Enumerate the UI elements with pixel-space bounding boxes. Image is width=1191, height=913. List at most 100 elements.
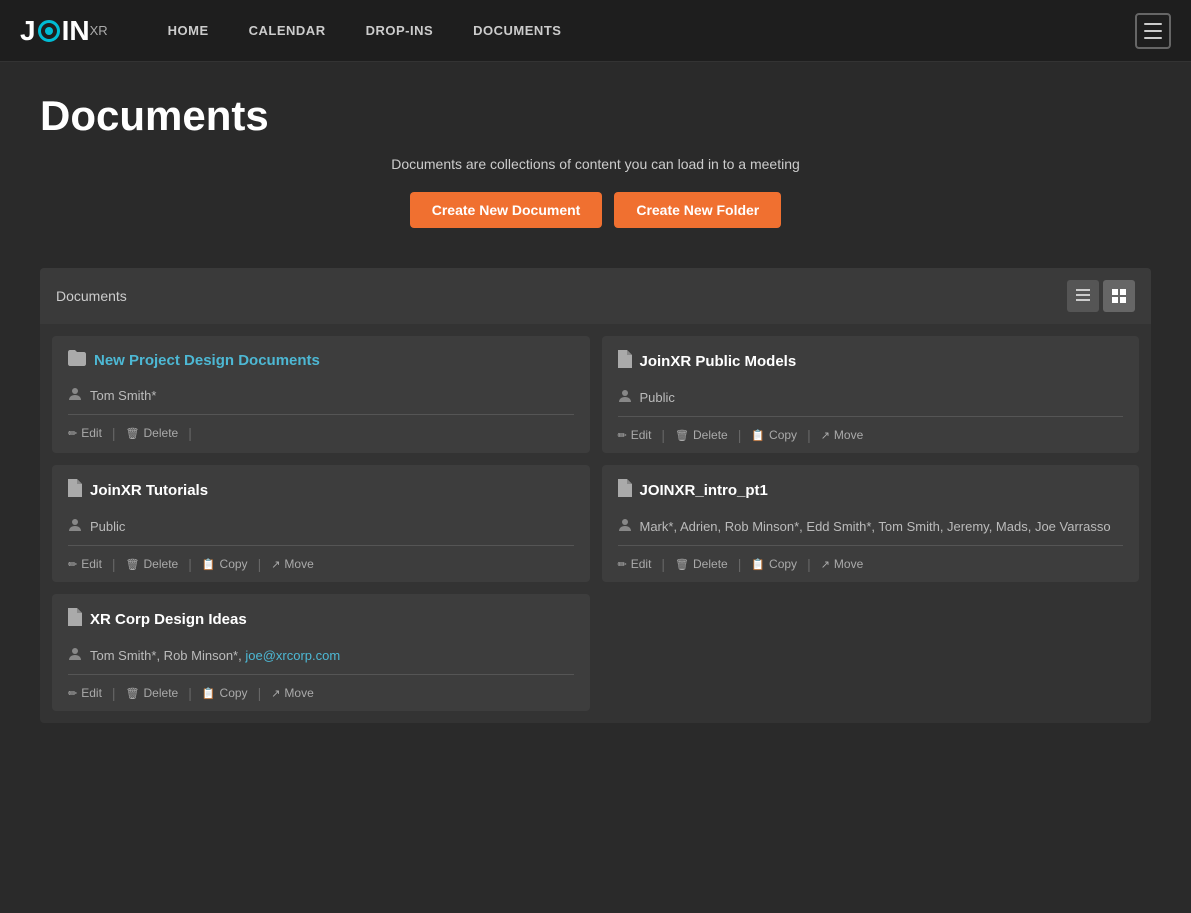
edit-label-3: Edit [81,557,102,571]
hamburger-menu[interactable] [1135,13,1171,49]
hamburger-line-3 [1144,37,1162,39]
cards-grid: New Project Design Documents Tom Smith* … [40,324,1151,723]
view-toggle [1067,280,1135,312]
card-joinxr-public-models: JoinXR Public Models Public ✏ Edit | [602,336,1140,453]
card-title-tutorials: JoinXR Tutorials [90,482,208,499]
nav-calendar[interactable]: CALENDAR [249,23,326,38]
doc-svg [618,350,632,368]
doc-svg-3 [68,479,82,497]
delete-action-intro[interactable]: 🗑 Delete [667,557,736,571]
delete-action-tutorials[interactable]: 🗑 Delete [118,557,187,571]
edit-icon-2: ✏ [618,429,627,442]
panel-header: Documents [40,268,1151,324]
page-subtitle: Documents are collections of content you… [40,156,1151,172]
edit-icon-4: ✏ [618,558,627,571]
delete-label-4: Delete [693,557,728,571]
copy-action-xrcorp[interactable]: 📋 Copy [194,686,256,700]
sep-2: | [736,427,744,443]
create-document-button[interactable]: Create New Document [410,192,603,228]
grid-view-button[interactable] [1103,280,1135,312]
copy-label-5: Copy [220,686,248,700]
move-action-tutorials[interactable]: ↗ Move [263,557,322,571]
sep-x1: | [110,685,118,701]
owner-text-tutorials: Public [90,519,125,534]
doc-icon-5 [68,608,82,631]
copy-label-4: Copy [769,557,797,571]
action-sep-2: | [186,425,194,441]
sep-t2: | [186,556,194,572]
card-joinxr-intro: JOINXR_intro_pt1 Mark*, Adrien, Rob Mins… [602,465,1140,582]
delete-icon-3: 🗑 [126,558,140,571]
card-owner-public-models: Public [602,383,1140,416]
move-action-xrcorp[interactable]: ↗ Move [263,686,322,700]
logo: J IN XR [20,15,108,47]
person-svg-4 [618,518,632,532]
folder-svg [68,350,86,366]
card-title-intro: JOINXR_intro_pt1 [640,482,768,499]
doc-icon [618,350,632,373]
hamburger-line-1 [1144,23,1162,25]
copy-icon-5: 📋 [202,687,216,700]
card-title-new-project[interactable]: New Project Design Documents [94,352,320,369]
nav-documents[interactable]: DOCUMENTS [473,23,561,38]
grid-view-icon [1112,289,1126,303]
card-header-xrcorp: XR Corp Design Ideas [52,594,590,641]
sep-x3: | [256,685,264,701]
edit-action-tutorials[interactable]: ✏ Edit [68,557,110,571]
copy-label: Copy [769,428,797,442]
card-header-intro: JOINXR_intro_pt1 [602,465,1140,512]
sep-i3: | [805,556,813,572]
delete-action-new-project[interactable]: 🗑 Delete [118,426,187,440]
create-folder-button[interactable]: Create New Folder [614,192,781,228]
sep-t1: | [110,556,118,572]
copy-action-intro[interactable]: 📋 Copy [743,557,805,571]
delete-label-2: Delete [693,428,728,442]
move-icon: ↗ [821,429,830,442]
delete-label-3: Delete [144,557,179,571]
card-actions-xrcorp: ✏ Edit | 🗑 Delete | 📋 Copy | ↗ Move [52,675,590,711]
nav-home[interactable]: HOME [168,23,209,38]
card-owner-new-project: Tom Smith* [52,381,590,414]
move-label: Move [834,428,863,442]
edit-label-2: Edit [631,428,652,442]
card-header-tutorials: JoinXR Tutorials [52,465,590,512]
doc-icon-4 [618,479,632,502]
sep-3: | [805,427,813,443]
copy-action-public-models[interactable]: 📋 Copy [743,428,805,442]
delete-icon: 🗑 [126,427,140,440]
navigation: J IN XR HOME CALENDAR DROP-INS DOCUMENTS [0,0,1191,62]
page-title: Documents [40,92,1151,140]
sep-1: | [659,427,667,443]
folder-icon [68,350,86,371]
move-label-3: Move [284,557,313,571]
move-action-public-models[interactable]: ↗ Move [813,428,872,442]
card-new-project-design: New Project Design Documents Tom Smith* … [52,336,590,453]
copy-action-tutorials[interactable]: 📋 Copy [194,557,256,571]
delete-action-public-models[interactable]: 🗑 Delete [667,428,736,442]
move-action-intro[interactable]: ↗ Move [813,557,872,571]
edit-action-public-models[interactable]: ✏ Edit [618,428,660,442]
logo-j: J [20,15,36,47]
edit-action-intro[interactable]: ✏ Edit [618,557,660,571]
card-title-xrcorp: XR Corp Design Ideas [90,611,247,628]
card-owner-intro: Mark*, Adrien, Rob Minson*, Edd Smith*, … [602,512,1140,545]
edit-action-xrcorp[interactable]: ✏ Edit [68,686,110,700]
person-svg-2 [618,389,632,403]
list-view-button[interactable] [1067,280,1099,312]
edit-action-new-project[interactable]: ✏ Edit [68,426,110,440]
logo-o [36,17,62,45]
move-label-5: Move [284,686,313,700]
person-icon-3 [68,518,82,535]
nav-dropins[interactable]: DROP-INS [366,23,434,38]
sep-x2: | [186,685,194,701]
delete-icon-5: 🗑 [126,687,140,700]
delete-action-xrcorp[interactable]: 🗑 Delete [118,686,187,700]
doc-svg-5 [68,608,82,626]
card-joinxr-tutorials: JoinXR Tutorials Public ✏ Edit | [52,465,590,582]
card-actions-tutorials: ✏ Edit | 🗑 Delete | 📋 Copy | ↗ Move [52,546,590,582]
card-actions-public-models: ✏ Edit | 🗑 Delete | 📋 Copy | ↗ Move [602,417,1140,453]
logo-xr: XR [90,23,108,38]
card-actions-new-project: ✏ Edit | 🗑 Delete | [52,415,590,451]
doc-icon-3 [68,479,82,502]
edit-label-4: Edit [631,557,652,571]
